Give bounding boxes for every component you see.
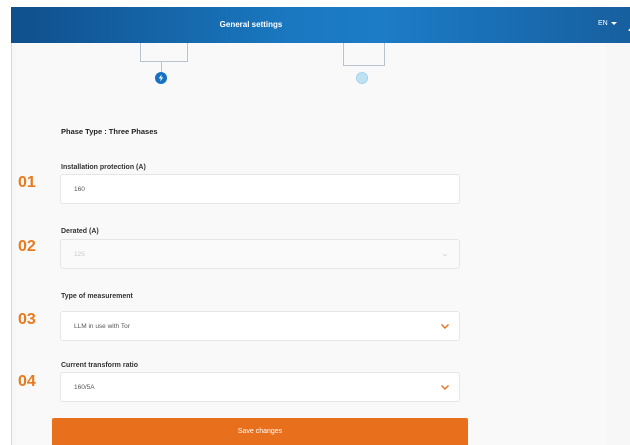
phase-diagram-inactive xyxy=(343,43,385,66)
transform-ratio-select[interactable]: 160/5A xyxy=(60,372,460,402)
phase-diagram-active xyxy=(140,43,188,62)
step-number-02: 02 xyxy=(18,238,36,255)
installation-protection-input[interactable]: 160 xyxy=(60,174,460,204)
step-active-indicator[interactable] xyxy=(155,72,167,84)
transform-ratio-label: Current transform ratio xyxy=(61,362,139,369)
chevron-down-icon xyxy=(441,324,449,329)
installation-protection-label: Installation protection (A) xyxy=(61,164,146,171)
top-bar: General settings EN xyxy=(11,7,630,43)
derated-value: 125 xyxy=(74,250,85,258)
measurement-type-value: LLM in use with Tor xyxy=(74,322,130,330)
save-changes-button[interactable]: Save changes xyxy=(52,418,468,445)
step-number-01: 01 xyxy=(18,174,36,191)
measurement-type-label: Type of measurement xyxy=(61,293,133,300)
step-number-03: 03 xyxy=(18,311,36,328)
lightning-icon xyxy=(158,74,164,82)
transform-ratio-value: 160/5A xyxy=(74,383,95,391)
step-inactive-indicator[interactable] xyxy=(356,72,368,84)
phase-diagram-connector xyxy=(161,61,162,72)
caret-down-icon xyxy=(610,22,617,25)
derated-select[interactable]: 125 xyxy=(60,239,460,269)
phase-type-label: Phase Type : Three Phases xyxy=(61,127,158,136)
language-label: EN xyxy=(598,20,608,27)
chevron-down-icon xyxy=(442,253,448,257)
page-title: General settings xyxy=(219,20,283,29)
measurement-type-select[interactable]: LLM in use with Tor xyxy=(60,311,460,341)
chevron-down-icon xyxy=(441,385,449,390)
language-selector[interactable]: EN xyxy=(598,20,617,27)
derated-label: Derated (A) xyxy=(61,228,99,235)
installation-protection-value: 160 xyxy=(74,185,85,193)
step-number-04: 04 xyxy=(18,373,36,390)
